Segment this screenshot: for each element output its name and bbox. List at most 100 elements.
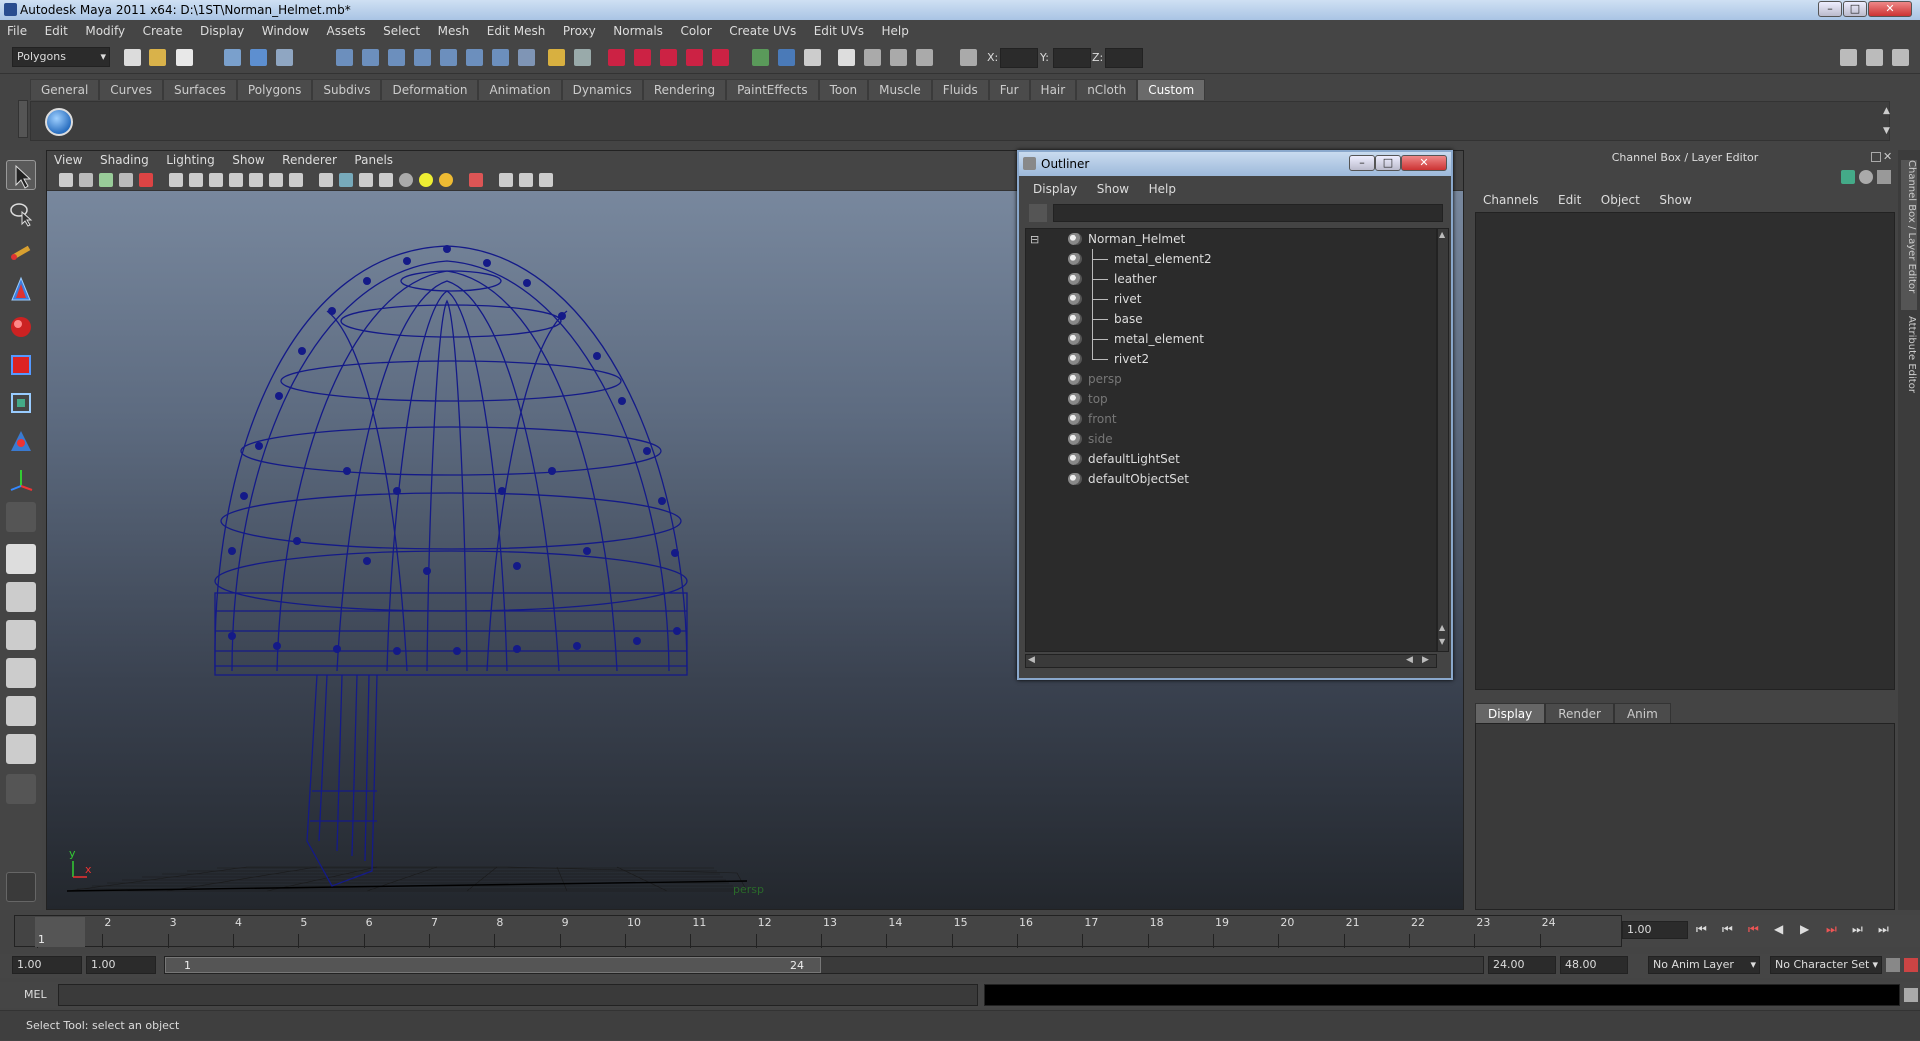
lock-icon[interactable]	[548, 49, 565, 66]
scroll-right-icon-2[interactable]: ▶	[1422, 655, 1429, 665]
shelf-tab-animation[interactable]: Animation	[478, 79, 562, 100]
safe-action-icon[interactable]	[269, 173, 283, 187]
current-frame-marker[interactable]: 1	[35, 917, 85, 947]
channel-box-paint-icon[interactable]	[1877, 170, 1891, 184]
range-slider-handle[interactable]: 1 24	[165, 957, 821, 973]
outliner-item[interactable]: front	[1026, 409, 1426, 429]
camera-select-icon[interactable]	[59, 173, 73, 187]
menu-display[interactable]: Display	[193, 20, 251, 42]
anim-prefs-icon[interactable]	[1904, 958, 1918, 972]
outliner-item[interactable]: base	[1026, 309, 1426, 329]
play-forwards-icon[interactable]: ▶	[1800, 922, 1809, 936]
tool-settings-toggle-icon[interactable]	[1892, 49, 1909, 66]
show-tool-settings-icon[interactable]	[804, 49, 821, 66]
snap-surface-icon[interactable]	[440, 49, 457, 66]
channel-box-menu-object[interactable]: Object	[1593, 190, 1648, 210]
input-line-icon[interactable]	[752, 49, 769, 66]
channel-box-menu-show[interactable]: Show	[1651, 190, 1699, 210]
gate-mask-icon[interactable]	[229, 173, 243, 187]
outliner-item[interactable]: persp	[1026, 369, 1426, 389]
ipr-render-icon[interactable]	[660, 49, 677, 66]
scroll-left-icon[interactable]: ◀	[1028, 655, 1035, 665]
shelf-tab-general[interactable]: General	[30, 79, 100, 100]
outliner-item[interactable]: defaultObjectSet	[1026, 469, 1426, 489]
rotate-tool-icon[interactable]	[6, 312, 36, 342]
go-to-end-icon[interactable]: ⏭	[1878, 922, 1889, 937]
shelf-tab-dynamics[interactable]: Dynamics	[561, 79, 643, 100]
wireframe-icon[interactable]	[319, 173, 333, 187]
new-scene-icon[interactable]	[124, 49, 141, 66]
outliner-item[interactable]: defaultLightSet	[1026, 449, 1426, 469]
outliner-minimize-button[interactable]: –	[1349, 155, 1375, 171]
outliner-item[interactable]: top	[1026, 389, 1426, 409]
scroll-up-icon[interactable]: ▲	[1439, 230, 1445, 239]
menu-proxy[interactable]: Proxy	[556, 20, 603, 42]
outliner-menu-display[interactable]: Display	[1025, 180, 1085, 198]
maximize-button[interactable]: □	[1843, 1, 1867, 17]
script-editor-icon[interactable]	[1904, 988, 1918, 1002]
range-slider[interactable]: 1 24	[164, 956, 1484, 974]
shelf-tab-ncloth[interactable]: nCloth	[1076, 79, 1138, 100]
layout-single-pane-icon[interactable]	[6, 544, 36, 574]
channel-box-close-icon[interactable]: ✕	[1883, 150, 1892, 163]
minimize-button[interactable]: –	[1818, 1, 1842, 17]
viewport-menu-show[interactable]: Show	[225, 151, 271, 169]
menu-create-uvs[interactable]: Create UVs	[722, 20, 803, 42]
outliner-item[interactable]: rivet2	[1026, 349, 1426, 369]
shelf-tab-hair[interactable]: Hair	[1029, 79, 1077, 100]
snap-grid-icon[interactable]	[336, 49, 353, 66]
x-field[interactable]	[1000, 48, 1038, 68]
select-tool-icon[interactable]	[6, 160, 36, 190]
menu-edit-mesh[interactable]: Edit Mesh	[480, 20, 553, 42]
film-gate-icon[interactable]	[189, 173, 203, 187]
outliner-item[interactable]: rivet	[1026, 289, 1426, 309]
character-set-dropdown[interactable]: No Character Set ▾	[1770, 956, 1882, 974]
step-forward-frame-icon[interactable]: ⏭	[1826, 922, 1837, 937]
current-time-field[interactable]: 1.00	[1622, 921, 1688, 939]
last-tool-icon[interactable]	[6, 502, 36, 532]
outliner-item[interactable]: Norman_Helmet	[1026, 229, 1426, 249]
channel-box-layer-icon[interactable]	[1859, 170, 1873, 184]
custom-shelf-check-icon[interactable]	[45, 108, 73, 136]
show-manipulator-icon[interactable]	[6, 464, 36, 494]
channel-box-menu-channels[interactable]: Channels	[1475, 190, 1547, 210]
universal-manip-icon[interactable]	[6, 388, 36, 418]
playback-start-field[interactable]: 1.00	[86, 956, 156, 974]
snap-view-icon[interactable]	[466, 49, 483, 66]
outliner-filter-field[interactable]	[1053, 204, 1443, 222]
step-forward-key-icon[interactable]: ⏭	[1852, 922, 1863, 937]
smooth-shade-icon[interactable]	[339, 173, 353, 187]
layout-four-pane-icon[interactable]	[6, 582, 36, 612]
play-backwards-icon[interactable]: ◀	[1774, 922, 1783, 936]
command-input[interactable]	[58, 984, 978, 1006]
soft-mod-icon[interactable]	[6, 426, 36, 456]
viewport-menu-lighting[interactable]: Lighting	[159, 151, 222, 169]
show-attr-icon[interactable]	[778, 49, 795, 66]
z-field[interactable]	[1105, 48, 1143, 68]
render-settings-icon[interactable]	[686, 49, 703, 66]
select-hierarchy-icon[interactable]	[224, 49, 241, 66]
select-object-icon[interactable]	[250, 49, 267, 66]
shelf-tab-subdivs[interactable]: Subdivs	[312, 79, 382, 100]
transform-icon[interactable]	[960, 49, 977, 66]
outliner-menu-help[interactable]: Help	[1141, 180, 1184, 198]
outliner-menu-show[interactable]: Show	[1089, 180, 1137, 198]
menu-color[interactable]: Color	[673, 20, 718, 42]
construction-history-icon[interactable]	[608, 49, 625, 66]
menu-edit-uvs[interactable]: Edit UVs	[807, 20, 871, 42]
shelf-tab-toon[interactable]: Toon	[818, 79, 869, 100]
lasso-tool-icon[interactable]	[6, 198, 36, 228]
layout-persp-graph-hypergraph-icon[interactable]	[6, 734, 36, 764]
default-light-icon[interactable]	[419, 173, 433, 187]
menu-edit[interactable]: Edit	[38, 20, 75, 42]
shelf-tab-painteffects[interactable]: PaintEffects	[726, 79, 819, 100]
snap-plane-icon[interactable]	[414, 49, 431, 66]
shelf-tab-deformation[interactable]: Deformation	[381, 79, 479, 100]
go-to-start-icon[interactable]: ⏮	[1696, 922, 1707, 937]
xray-components-icon[interactable]	[539, 173, 553, 187]
shelf-tab-custom[interactable]: Custom	[1137, 79, 1206, 100]
shelf-tab-surfaces[interactable]: Surfaces	[162, 79, 237, 100]
y-field[interactable]	[1053, 48, 1091, 68]
outliner-title-bar[interactable]: Outliner – □ ✕	[1019, 152, 1451, 176]
graph-editor-icon[interactable]	[890, 49, 907, 66]
